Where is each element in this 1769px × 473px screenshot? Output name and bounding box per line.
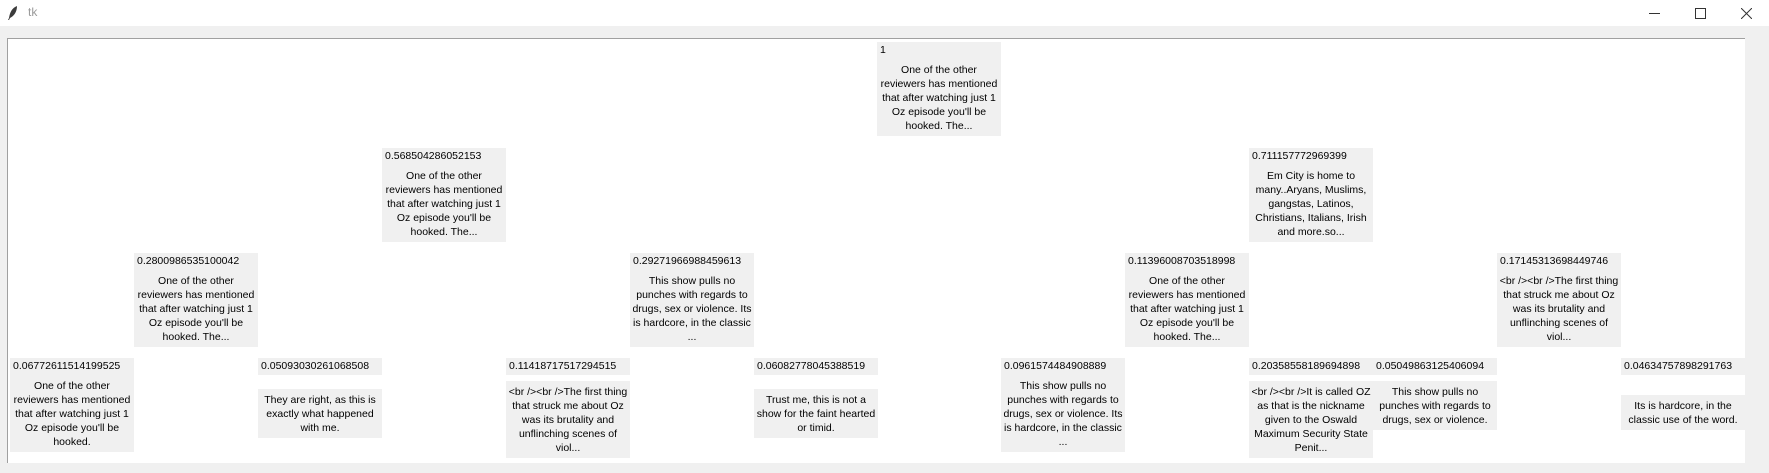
node-score: 0.11396008703518998 [1125, 253, 1249, 270]
node-text: One of the other reviewers has mentioned… [134, 270, 258, 347]
node-score: 0.711157772969399 [1249, 148, 1373, 165]
maximize-button[interactable] [1677, 0, 1723, 26]
node-text: One of the other reviewers has mentioned… [382, 165, 506, 242]
node-text: <br /><br />The first thing that struck … [506, 381, 630, 458]
tree-node[interactable]: 0.0961574484908889 This show pulls no pu… [1001, 358, 1125, 452]
tree-node[interactable]: 0.568504286052153 One of the other revie… [382, 148, 506, 242]
tree-node[interactable]: 0.06082778045388519 Trust me, this is no… [754, 358, 878, 438]
node-score: 0.06082778045388519 [754, 358, 878, 375]
node-score: 1 [877, 42, 1001, 59]
node-score: 0.17145313698449746 [1497, 253, 1621, 270]
tree-node[interactable]: 0.11396008703518998 One of the other rev… [1125, 253, 1249, 347]
tree-node[interactable]: 0.20358558189694898 <br /><br />It is ca… [1249, 358, 1373, 458]
node-score: 0.11418717517294515 [506, 358, 630, 375]
tree-node[interactable]: 0.2800986535100042 One of the other revi… [134, 253, 258, 347]
node-text: <br /><br />It is called OZ as that is t… [1249, 381, 1373, 458]
node-score: 0.06772611514199525 [10, 358, 134, 375]
close-button[interactable] [1723, 0, 1769, 26]
close-icon [1741, 8, 1752, 19]
node-score: 0.0961574484908889 [1001, 358, 1125, 375]
maximize-icon [1695, 8, 1706, 19]
window-title: tk [28, 5, 38, 19]
node-text: <br /><br />The first thing that struck … [1497, 270, 1621, 347]
title-bar: tk [0, 0, 1769, 26]
node-score: 0.05049863125406094 [1373, 358, 1497, 375]
node-text: One of the other reviewers has mentioned… [1125, 270, 1249, 347]
tree-node[interactable]: 1 One of the other reviewers has mention… [877, 42, 1001, 136]
horizontal-scrollbar[interactable] [7, 463, 1744, 473]
node-text: This show pulls no punches with regards … [1001, 375, 1125, 452]
tree-node[interactable]: 0.11418717517294515 <br /><br />The firs… [506, 358, 630, 458]
node-score: 0.568504286052153 [382, 148, 506, 165]
node-text: One of the other reviewers has mentioned… [877, 59, 1001, 136]
minimize-icon [1649, 13, 1660, 14]
minimize-button[interactable] [1631, 0, 1677, 26]
node-text: One of the other reviewers has mentioned… [10, 375, 134, 452]
node-text: They are right, as this is exactly what … [258, 389, 382, 438]
node-score: 0.04634757898291763 [1621, 358, 1745, 375]
tree-node[interactable]: 0.05093030261068508 They are right, as t… [258, 358, 382, 438]
node-text: This show pulls no punches with regards … [630, 270, 754, 347]
node-text: This show pulls no punches with regards … [1373, 381, 1497, 430]
node-score: 0.2800986535100042 [134, 253, 258, 270]
tree-canvas[interactable]: 1 One of the other reviewers has mention… [7, 38, 1745, 463]
node-score: 0.05093030261068508 [258, 358, 382, 375]
tree-node[interactable]: 0.17145313698449746 <br /><br />The firs… [1497, 253, 1621, 347]
feather-icon [8, 6, 17, 20]
node-score: 0.20358558189694898 [1249, 358, 1373, 375]
tree-node[interactable]: 0.29271966988459613 This show pulls no p… [630, 253, 754, 347]
node-text: Trust me, this is not a show for the fai… [754, 389, 878, 438]
tree-node[interactable]: 0.04634757898291763 Its is hardcore, in … [1621, 358, 1745, 430]
tree-node[interactable]: 0.06772611514199525 One of the other rev… [10, 358, 134, 452]
node-text: Em City is home to many..Aryans, Muslims… [1249, 165, 1373, 242]
tree-node[interactable]: 0.711157772969399 Em City is home to man… [1249, 148, 1373, 242]
tree-node[interactable]: 0.05049863125406094 This show pulls no p… [1373, 358, 1497, 430]
node-score: 0.29271966988459613 [630, 253, 754, 270]
node-text: Its is hardcore, in the classic use of t… [1621, 395, 1745, 430]
